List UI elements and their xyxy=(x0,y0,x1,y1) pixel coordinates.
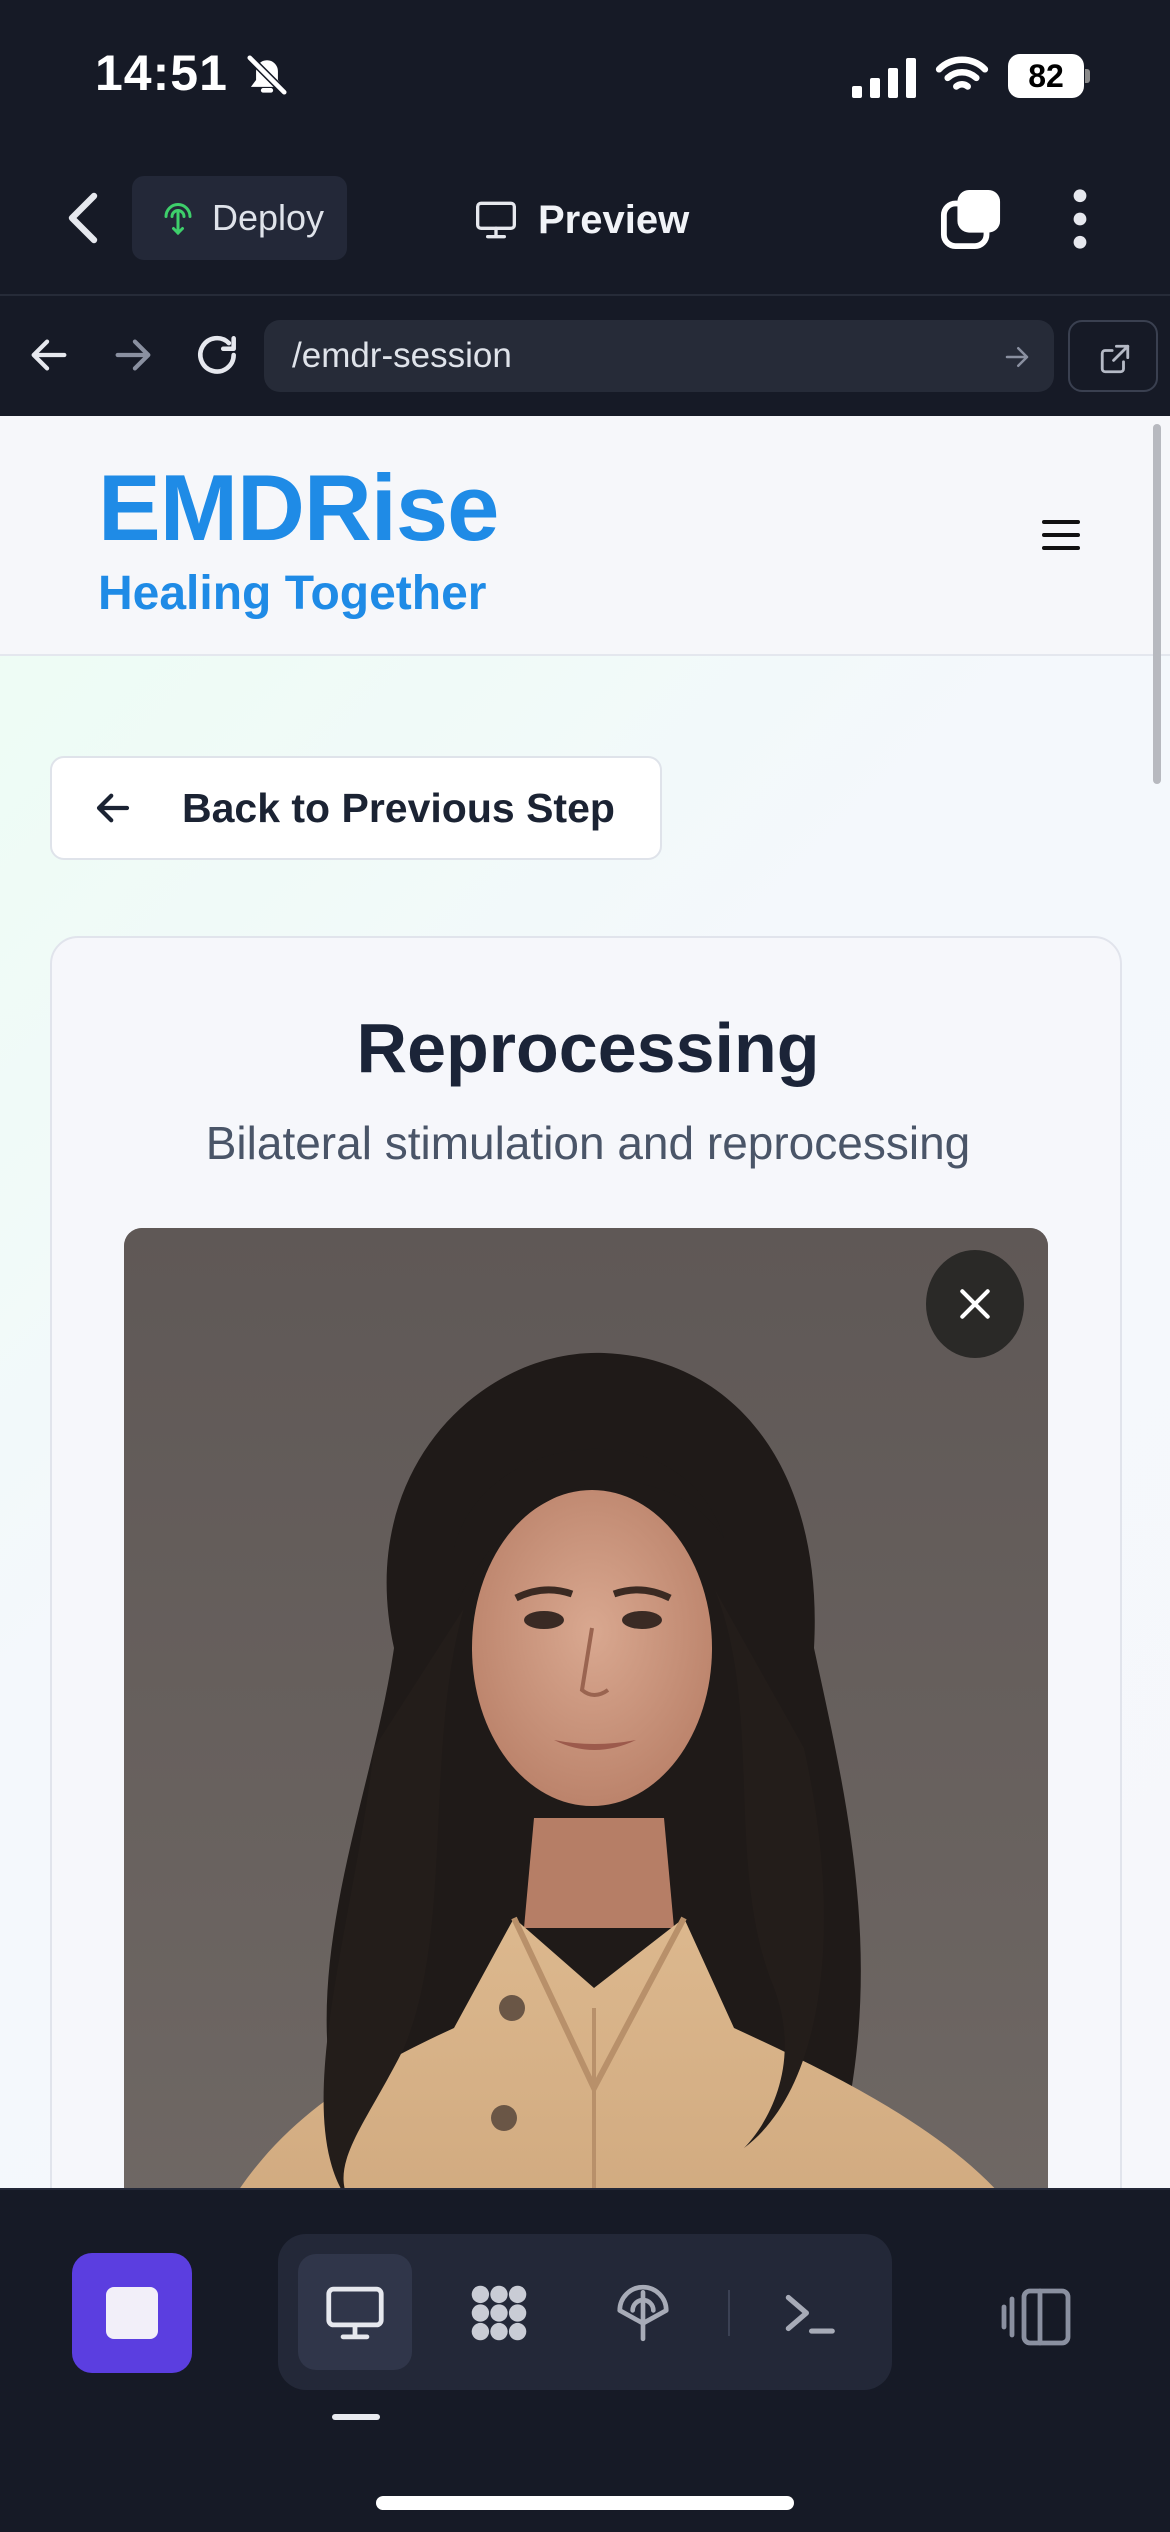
signal-icon xyxy=(852,58,916,98)
url-input[interactable]: /emdr-session xyxy=(264,320,1054,392)
monitor-icon xyxy=(476,201,516,239)
close-video-button[interactable] xyxy=(926,1250,1024,1358)
terminal-icon xyxy=(785,2294,835,2334)
tool-modules-button[interactable] xyxy=(442,2254,556,2370)
menu-line xyxy=(1042,533,1080,537)
deploy-button[interactable]: Deploy xyxy=(132,176,347,260)
battery-level: 82 xyxy=(1008,54,1084,98)
tool-terminal-button[interactable] xyxy=(752,2254,866,2370)
arrow-right-icon[interactable] xyxy=(110,332,156,378)
tool-switcher xyxy=(278,2234,892,2390)
status-time: 14:51 xyxy=(95,45,228,101)
tabs-icon[interactable] xyxy=(940,188,1002,250)
tool-separator xyxy=(728,2290,730,2336)
panel-toggle-icon[interactable] xyxy=(1000,2286,1072,2348)
site-header: EMDRise Healing Together xyxy=(0,416,1170,656)
tool-preview-button[interactable] xyxy=(298,2254,412,2370)
menu-line xyxy=(1042,520,1080,524)
tool-deploy-button[interactable] xyxy=(586,2254,700,2370)
open-external-button[interactable] xyxy=(1068,320,1158,392)
wifi-icon xyxy=(935,56,989,90)
web-viewport: EMDRise Healing Together Back to Previou… xyxy=(0,416,1170,2188)
deploy-icon xyxy=(164,203,192,236)
back-step-label: Back to Previous Step xyxy=(182,784,615,831)
arrow-left-icon xyxy=(96,793,130,823)
back-to-previous-step-button[interactable]: Back to Previous Step xyxy=(50,756,662,860)
battery-tip xyxy=(1085,69,1090,83)
stop-button[interactable] xyxy=(72,2253,192,2373)
card-subtitle: Bilateral stimulation and reprocessing xyxy=(205,1117,971,1169)
open-external-icon xyxy=(1100,344,1130,374)
brand-tagline: Healing Together xyxy=(98,567,487,620)
close-icon xyxy=(960,1289,990,1319)
go-arrow-icon[interactable] xyxy=(1002,342,1032,372)
browser-bar: /emdr-session xyxy=(0,296,1170,416)
bell-muted-icon xyxy=(245,53,289,97)
menu-icon[interactable] xyxy=(1042,520,1080,552)
stop-icon xyxy=(106,2287,158,2339)
preview-tab[interactable]: Preview xyxy=(474,190,689,250)
video-feed[interactable] xyxy=(124,1228,1048,2188)
active-tool-indicator xyxy=(332,2414,380,2420)
monitor-icon xyxy=(326,2286,384,2340)
more-vertical-icon[interactable] xyxy=(1064,188,1096,250)
deploy-label: Deploy xyxy=(212,197,325,238)
home-indicator xyxy=(376,2496,794,2510)
scrollbar-thumb[interactable] xyxy=(1153,424,1161,784)
reload-icon[interactable] xyxy=(192,330,242,380)
status-bar: 14:51 82 xyxy=(0,0,1170,150)
app-toolbar: Deploy Preview xyxy=(0,150,1170,295)
brand-logo[interactable]: EMDRise xyxy=(98,454,499,562)
app-screen: 14:51 82 Deploy Preview /emdr-session EM… xyxy=(0,0,1170,2532)
deploy-icon xyxy=(617,2284,669,2342)
menu-line xyxy=(1042,546,1080,550)
url-text: /emdr-session xyxy=(292,336,512,375)
preview-label: Preview xyxy=(538,197,690,242)
back-chevron-icon[interactable] xyxy=(62,190,106,246)
battery-icon: 82 xyxy=(1008,54,1090,98)
arrow-left-icon[interactable] xyxy=(26,332,72,378)
card-title: Reprocessing xyxy=(356,1009,820,1087)
grid-dots-icon xyxy=(471,2285,527,2341)
bottom-toolbar xyxy=(0,2188,1170,2532)
therapist-video-image xyxy=(124,1228,1048,2188)
session-card: Reprocessing Bilateral stimulation and r… xyxy=(50,936,1122,2188)
